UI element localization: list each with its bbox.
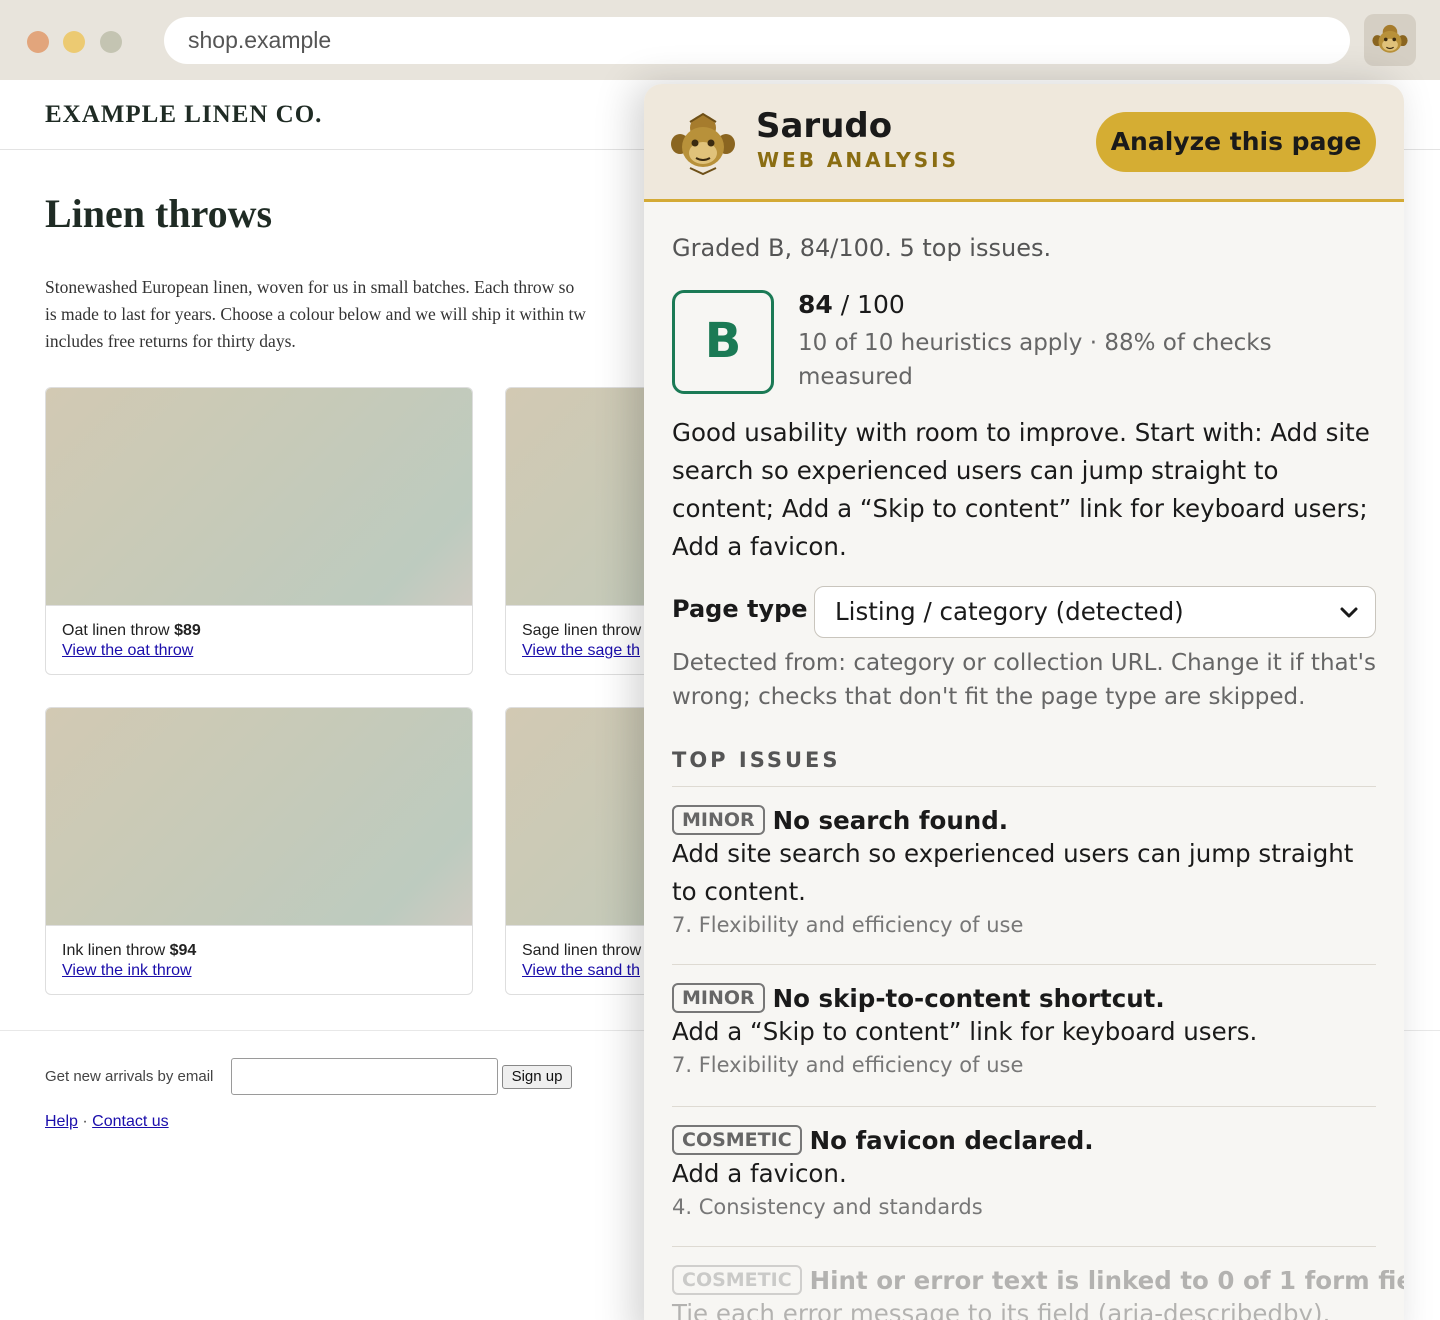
severity-badge: COSMETIC bbox=[672, 1125, 802, 1155]
panel-header: Sarudo WEB ANALYSIS Analyze this page bbox=[644, 84, 1404, 202]
monkey-logo-icon bbox=[1372, 24, 1408, 53]
product-name: Oat linen throw $89 bbox=[62, 622, 201, 639]
product-link[interactable]: View the sage th bbox=[522, 642, 640, 660]
newsletter-label: Get new arrivals by email bbox=[45, 1068, 214, 1085]
issue-heuristic: 7. Flexibility and efficiency of use bbox=[672, 1053, 1024, 1077]
footer-links: Help · Contact us bbox=[45, 1113, 169, 1131]
severity-badge: MINOR bbox=[672, 983, 765, 1013]
page-type-label: Page type bbox=[672, 595, 808, 623]
score-max: / 100 bbox=[840, 290, 905, 319]
top-issues-heading: TOP ISSUES bbox=[672, 748, 841, 772]
contact-link[interactable]: Contact us bbox=[92, 1113, 168, 1130]
issue-title: Hint or error text is linked to 0 of 1 f… bbox=[809, 1266, 1404, 1295]
grade-description: Good usability with room to improve. Sta… bbox=[672, 418, 1370, 561]
product-price: $89 bbox=[174, 622, 201, 639]
intro-line: includes free returns for thirty days. bbox=[45, 331, 296, 351]
product-image bbox=[46, 388, 472, 606]
score-readout: 84 / 100 bbox=[798, 290, 905, 319]
newsletter-email-input[interactable] bbox=[231, 1058, 498, 1095]
page-type-value: Listing / category (detected) bbox=[835, 597, 1184, 626]
product-name: Sand linen throw bbox=[522, 942, 642, 959]
intro-line: Stonewashed European linen, woven for us… bbox=[45, 277, 575, 297]
product-card: Ink linen throw $94 View the ink throw bbox=[45, 707, 473, 995]
issues-divider bbox=[672, 1246, 1376, 1247]
issue-title: No favicon declared. bbox=[809, 1126, 1094, 1155]
product-link[interactable]: View the oat throw bbox=[62, 642, 193, 660]
issue-heuristic: 7. Flexibility and efficiency of use bbox=[672, 913, 1024, 937]
help-link[interactable]: Help bbox=[45, 1113, 78, 1130]
issue-title: No search found. bbox=[772, 806, 1009, 835]
issue-text: Add a “Skip to content” link for keyboar… bbox=[672, 1017, 1258, 1046]
product-price: $94 bbox=[169, 942, 197, 959]
score-value: 84 bbox=[798, 290, 833, 319]
issues-divider bbox=[672, 786, 1376, 787]
product-link[interactable]: View the sand th bbox=[522, 962, 640, 980]
footer-separator: · bbox=[82, 1113, 88, 1130]
minimize-window-button[interactable] bbox=[63, 31, 85, 53]
page-type-select[interactable]: Listing / category (detected) bbox=[814, 586, 1376, 638]
product-name: Sage linen throw bbox=[522, 622, 642, 639]
product-card: Oat linen throw $89 View the oat throw bbox=[45, 387, 473, 675]
issue-item[interactable]: COSMETIC No favicon declared. Add a favic… bbox=[672, 1125, 1376, 1219]
issue-item[interactable]: MINOR No skip-to-content shortcut. Add a … bbox=[672, 983, 1376, 1077]
severity-badge: COSMETIC bbox=[672, 1265, 802, 1295]
product-image bbox=[46, 708, 472, 926]
issue-text: Add a favicon. bbox=[672, 1159, 847, 1188]
address-bar[interactable]: shop.example bbox=[164, 17, 1350, 64]
intro-text: Stonewashed European linen, woven for us… bbox=[45, 274, 665, 355]
issue-heuristic: 4. Consistency and standards bbox=[672, 1195, 983, 1219]
issues-divider bbox=[672, 964, 1376, 965]
close-window-button[interactable] bbox=[27, 31, 49, 53]
panel-subtitle: WEB ANALYSIS bbox=[757, 148, 959, 172]
sign-up-button[interactable]: Sign up bbox=[502, 1065, 572, 1089]
intro-line: is made to last for years. Choose a colo… bbox=[45, 304, 586, 324]
panel-title: Sarudo bbox=[756, 106, 893, 146]
heuristics-meta: 10 of 10 heuristics apply · 88% of check… bbox=[798, 330, 1272, 390]
grade-summary: Graded B, 84/100. 5 top issues. bbox=[672, 234, 1052, 262]
chevron-down-icon bbox=[1340, 607, 1358, 618]
product-link[interactable]: View the ink throw bbox=[62, 962, 192, 980]
analyze-page-button[interactable]: Analyze this page bbox=[1096, 112, 1376, 172]
product-name: Ink linen throw $94 bbox=[62, 942, 197, 959]
page-type-note: Detected from: category or collection UR… bbox=[672, 650, 1376, 710]
issue-text: Add site search so experienced users can… bbox=[672, 839, 1354, 906]
issues-divider bbox=[672, 1106, 1376, 1107]
issue-title: No skip-to-content shortcut. bbox=[772, 984, 1165, 1013]
issue-text: Tie each error message to its field (ari… bbox=[672, 1299, 1331, 1320]
issue-item[interactable]: COSMETIC Hint or error text is linked to … bbox=[672, 1265, 1404, 1320]
severity-badge: MINOR bbox=[672, 805, 765, 835]
browser-chrome: shop.example bbox=[0, 0, 1440, 80]
issue-item[interactable]: MINOR No search found. Add site search so… bbox=[672, 805, 1376, 937]
analysis-panel: Sarudo WEB ANALYSIS Analyze this page Gr… bbox=[644, 84, 1404, 1320]
maximize-window-button[interactable] bbox=[100, 31, 122, 53]
monkey-logo-icon bbox=[671, 112, 735, 176]
extension-button[interactable] bbox=[1364, 14, 1416, 66]
page-title: Linen throws bbox=[45, 191, 273, 236]
site-brand[interactable]: EXAMPLE LINEN CO. bbox=[45, 101, 322, 129]
grade-badge: B bbox=[672, 290, 774, 394]
